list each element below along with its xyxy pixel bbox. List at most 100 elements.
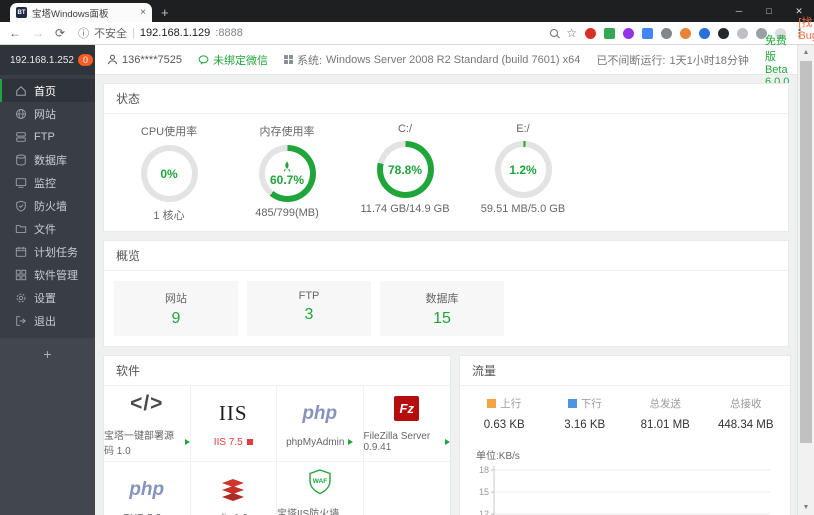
software-item-iis[interactable]: IIS IIS 7.5 bbox=[190, 386, 277, 462]
sidebar-item-logout[interactable]: 退出 bbox=[0, 309, 95, 332]
ext-filter-icon[interactable] bbox=[661, 27, 672, 39]
main-area: 136****7525 未绑定微信 系统: Windows Server 200… bbox=[95, 17, 814, 515]
sidebar-item-label: 设置 bbox=[34, 292, 56, 305]
ext-github-icon[interactable] bbox=[718, 27, 729, 39]
overview-cards: 网站 9 FTP 3 数据库 15 bbox=[104, 271, 788, 346]
tab-close-icon[interactable]: × bbox=[140, 7, 146, 18]
apps-grid-icon bbox=[15, 269, 27, 280]
traffic-stats: 上行 0.63 KB 下行 3.16 KB 总发送 81.01 MB 总接收 4… bbox=[460, 386, 790, 437]
stat-downstream: 下行 3.16 KB bbox=[545, 396, 626, 431]
traffic-chart: 0369121518 bbox=[460, 464, 790, 515]
traffic-area-chart: 0369121518 bbox=[479, 465, 770, 515]
wechat-bind-link[interactable]: 未绑定微信 bbox=[198, 52, 268, 68]
ext-adblock-icon[interactable] bbox=[585, 27, 596, 39]
message-badge[interactable]: 0 bbox=[77, 54, 93, 66]
search-icon[interactable] bbox=[550, 29, 559, 37]
software-name: IIS 7.5 bbox=[213, 436, 243, 448]
new-tab-button[interactable]: + bbox=[161, 5, 169, 20]
back-icon[interactable]: ← bbox=[9, 26, 21, 40]
ext-q-icon[interactable] bbox=[680, 27, 691, 39]
url-host: 192.168.1.129 bbox=[139, 27, 211, 39]
card-ftp[interactable]: FTP 3 bbox=[247, 281, 371, 336]
info-icon[interactable]: ⓘ bbox=[78, 25, 89, 41]
stat-label: 下行 bbox=[580, 398, 602, 410]
sidebar-item-settings[interactable]: 设置 bbox=[0, 286, 95, 309]
forward-icon: → bbox=[32, 26, 44, 40]
ext-blue-icon[interactable] bbox=[642, 27, 653, 39]
software-name: 宝塔IIS防火墙 1.0 bbox=[277, 509, 340, 515]
account-phone: 136****7525 bbox=[122, 53, 182, 66]
software-item-deploy[interactable]: </> 宝塔一键部署源码 1.0 bbox=[104, 386, 191, 462]
card-database[interactable]: 数据库 15 bbox=[380, 281, 504, 336]
software-grid: </> 宝塔一键部署源码 1.0 IIS IIS 7.5 php phpMyAd… bbox=[104, 386, 450, 515]
page-scrollbar[interactable]: ▲ ▼ bbox=[797, 45, 814, 515]
software-item-waf[interactable]: WAF 宝塔IIS防火墙 1.0 bbox=[277, 462, 364, 515]
panel-topbar: 136****7525 未绑定微信 系统: Windows Server 200… bbox=[95, 17, 814, 105]
overview-panel: 概览 网站 9 FTP 3 数据库 15 bbox=[103, 240, 789, 347]
ext-o-icon[interactable] bbox=[699, 27, 710, 39]
scrollbar-up-icon[interactable]: ▲ bbox=[798, 45, 814, 60]
tab-title: 宝塔Windows面板 bbox=[32, 8, 109, 20]
gauge-ring: 78.8% bbox=[376, 141, 434, 198]
uptime-value: 1天1小时18分钟 bbox=[669, 54, 749, 67]
software-item-redis[interactable]: redis 1.0 bbox=[191, 462, 277, 515]
sidebar-item-files[interactable]: 文件 bbox=[0, 217, 95, 240]
status-gauges: CPU使用率 0% 1 核心 内存使用率 60.7% 485/799(MB) C… bbox=[104, 114, 788, 231]
globe-icon bbox=[15, 108, 27, 119]
home-icon bbox=[16, 85, 26, 96]
gauge-label: C:/ bbox=[397, 123, 413, 135]
browser-tab[interactable]: BT 宝塔Windows面板 × bbox=[10, 3, 152, 22]
software-item-filezilla[interactable]: Fz FileZilla Server 0.9.41 bbox=[363, 386, 450, 462]
sidebar-item-monitor[interactable]: 监控 bbox=[0, 171, 95, 194]
gauge-value: 0% bbox=[160, 166, 178, 181]
stat-total-sent: 总发送 81.01 MB bbox=[625, 396, 706, 431]
account-link[interactable]: 136****7525 bbox=[107, 54, 182, 66]
gauge-label: 内存使用率 bbox=[259, 126, 315, 138]
svg-text:15: 15 bbox=[479, 487, 489, 497]
address-bar[interactable]: ⓘ 不安全 | 192.168.1.129 :8888 bbox=[78, 25, 243, 41]
status-panel-title: 状态 bbox=[104, 84, 788, 114]
uptime-info: 已不间断运行: 1天1小时18分钟 bbox=[596, 52, 749, 68]
software-item-php52[interactable]: php PHP-5.2 bbox=[104, 462, 191, 515]
card-value: 9 bbox=[171, 310, 181, 327]
card-sites[interactable]: 网站 9 bbox=[114, 281, 238, 336]
minimize-button[interactable]: ─ bbox=[724, 0, 754, 22]
shield-icon bbox=[16, 200, 26, 212]
reload-icon[interactable]: ⟳ bbox=[55, 26, 65, 40]
scrollbar-down-icon[interactable]: ▼ bbox=[798, 500, 814, 515]
traffic-panel: 流量 上行 0.63 KB 下行 3.16 KB 总发送 81.01 MB 总接… bbox=[459, 355, 791, 515]
software-item-phpmyadmin[interactable]: php phpMyAdmin bbox=[277, 386, 364, 462]
gauge-sub: 11.74 GB/14.9 GB bbox=[360, 203, 450, 215]
sidebar-item-sites[interactable]: 网站 bbox=[0, 102, 95, 125]
stat-value: 0.63 KB bbox=[483, 419, 525, 431]
sidebar-item-firewall[interactable]: 防火墙 bbox=[0, 194, 95, 217]
code-icon: </> bbox=[130, 392, 164, 415]
ext-gray-icon[interactable] bbox=[737, 27, 748, 39]
wechat-bind-label: 未绑定微信 bbox=[212, 54, 268, 67]
tab-favicon-icon: BT bbox=[16, 7, 27, 18]
add-shortcut-button[interactable]: + bbox=[43, 346, 51, 362]
sidebar-item-ftp[interactable]: FTP bbox=[0, 125, 95, 148]
url-separator: | bbox=[132, 27, 135, 39]
sidebar-item-cron[interactable]: 计划任务 bbox=[0, 240, 95, 263]
system-value: Windows Server 2008 R2 Standard (build 7… bbox=[326, 53, 581, 66]
stat-label: 总发送 bbox=[649, 398, 682, 410]
bookmark-star-icon[interactable]: ☆ bbox=[566, 26, 577, 40]
sidebar-item-label: 计划任务 bbox=[34, 246, 78, 259]
software-name: 宝塔一键部署源码 1.0 bbox=[104, 431, 174, 457]
php-logo: php bbox=[129, 478, 165, 500]
sidebar-item-software[interactable]: 软件管理 bbox=[0, 263, 95, 286]
filezilla-logo: Fz bbox=[394, 395, 420, 421]
svg-text:WAF: WAF bbox=[313, 478, 327, 485]
sidebar-item-database[interactable]: 数据库 bbox=[0, 148, 95, 171]
ext-purple-icon[interactable] bbox=[623, 27, 634, 39]
gear-icon bbox=[16, 293, 26, 302]
ext-green-icon[interactable] bbox=[604, 27, 615, 39]
folder-icon bbox=[15, 224, 27, 233]
sidebar-header[interactable]: 192.168.1.252 0 bbox=[0, 45, 95, 75]
sidebar-item-home[interactable]: 首页 bbox=[0, 79, 95, 102]
chart-unit-label: 单位:KB/s bbox=[476, 451, 520, 462]
release-memory-rocket-icon[interactable] bbox=[282, 161, 292, 172]
sidebar-item-label: 数据库 bbox=[34, 154, 67, 167]
scrollbar-thumb[interactable] bbox=[800, 61, 812, 443]
